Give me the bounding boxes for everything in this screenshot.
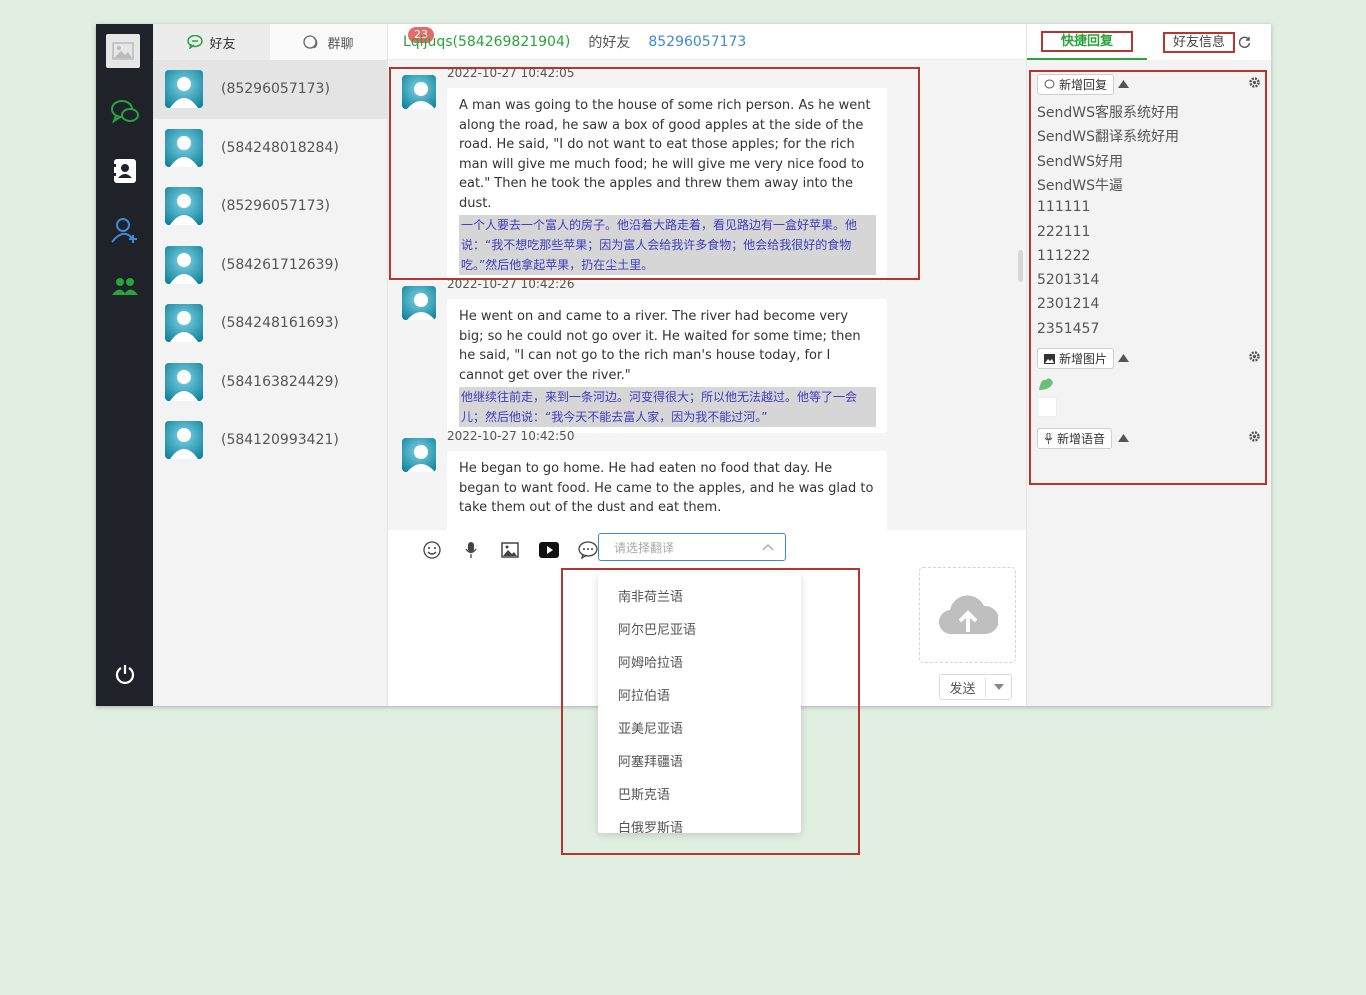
- contact-item[interactable]: (584261712639): [153, 236, 387, 295]
- nav-rail: [96, 24, 153, 706]
- groups-nav-icon[interactable]: [96, 268, 153, 304]
- message-bubble[interactable]: He went on and came to a river. The rive…: [447, 299, 887, 433]
- message-avatar: [402, 286, 436, 320]
- chat-bubble-icon: [187, 35, 204, 49]
- account-name: Lqijuqs(584269821904): [403, 33, 571, 50]
- contact-avatar: [165, 187, 203, 226]
- refresh-icon[interactable]: [1239, 36, 1251, 48]
- tab-friends-label: 好友: [209, 36, 236, 52]
- contact-name: (584261712639): [221, 256, 339, 273]
- contact-name: (584248018284): [221, 139, 339, 156]
- send-button[interactable]: 发送: [939, 674, 1012, 700]
- user-avatar[interactable]: [106, 34, 140, 68]
- tab-friends[interactable]: 好友: [153, 24, 270, 60]
- image-icon[interactable]: [490, 535, 529, 565]
- compose-toolbar: 请选择翻译: [388, 530, 1026, 570]
- contact-name: (584163824429): [221, 373, 339, 390]
- message-text: He began to go home. He had eaten no foo…: [459, 461, 874, 515]
- tab-groups[interactable]: 群聊 23: [270, 24, 434, 60]
- cloud-upload-icon: [938, 595, 998, 635]
- contact-avatar: [165, 128, 203, 167]
- annotation-frame-dropdown: [561, 568, 860, 855]
- contact-name: (584120993421): [221, 432, 339, 449]
- video-icon[interactable]: [529, 535, 568, 565]
- contact-item[interactable]: (85296057173): [153, 177, 387, 236]
- tab-friend-info-label: 好友信息: [1162, 31, 1235, 53]
- right-panel-tabs: 快捷回复 好友信息: [1027, 24, 1271, 60]
- contact-name: (85296057173): [221, 198, 330, 215]
- message-avatar: [402, 438, 436, 472]
- tab-quick-reply-label: 快捷回复: [1040, 30, 1133, 52]
- annotation-frame-message: [389, 67, 920, 280]
- contacts-nav-icon[interactable]: [96, 153, 153, 189]
- add-friend-nav-icon[interactable]: [96, 212, 153, 248]
- tab-friend-info[interactable]: 好友信息: [1147, 24, 1267, 60]
- annotation-frame-quick-replies: [1029, 70, 1267, 485]
- contact-avatar: [165, 70, 203, 109]
- upload-dropzone[interactable]: [919, 567, 1016, 663]
- contact-item[interactable]: (584163824429): [153, 353, 387, 412]
- contact-avatar: [165, 245, 203, 284]
- chat-header: Lqijuqs(584269821904) 的好友 85296057173: [388, 24, 1026, 60]
- contact-item[interactable]: (85296057173): [153, 60, 387, 119]
- tab-groups-label: 群聊: [327, 36, 354, 52]
- contact-avatar: [165, 362, 203, 401]
- emoji-icon[interactable]: [412, 535, 451, 565]
- message: 2022-10-27 10:42:26 He went on and came …: [402, 277, 887, 433]
- chevron-up-icon: [762, 544, 774, 551]
- group-chat-icon: [303, 35, 318, 49]
- microphone-icon[interactable]: [451, 535, 490, 565]
- contact-name: (584248161693): [221, 315, 339, 332]
- message-bubble[interactable]: He began to go home. He had eaten no foo…: [447, 451, 887, 530]
- message-text: He went on and came to a river. The rive…: [459, 309, 861, 383]
- contact-name: (85296057173): [221, 81, 330, 98]
- contact-tabs: 好友 群聊 23: [153, 24, 434, 60]
- friend-of-label: 的好友: [588, 34, 631, 51]
- chats-nav-icon[interactable]: [96, 94, 153, 130]
- contact-item[interactable]: (584248161693): [153, 294, 387, 353]
- message-time: 2022-10-27 10:42:50: [447, 429, 575, 443]
- translate-language-select[interactable]: 请选择翻译: [598, 533, 786, 561]
- contact-item[interactable]: (584248018284): [153, 119, 387, 178]
- send-options-icon[interactable]: [986, 684, 1011, 690]
- contact-avatar: [165, 421, 203, 460]
- translate-select-placeholder: 请选择翻译: [614, 540, 675, 555]
- tab-quick-reply[interactable]: 快捷回复: [1027, 24, 1147, 60]
- message: 2022-10-27 10:42:50 He began to go home.…: [402, 429, 887, 530]
- send-button-label: 发送: [940, 677, 986, 697]
- power-icon[interactable]: [96, 656, 153, 692]
- contact-list-panel: 好友 群聊 23 (85296057173) (584248018284) (852…: [153, 24, 434, 706]
- message-scrollbar[interactable]: [1018, 250, 1023, 282]
- image-placeholder-icon: [112, 42, 134, 60]
- message-translation: 他继续往前走，来到一条河边。河变得很大；所以他无法越过。他等了一会儿；然后他说：…: [459, 387, 876, 427]
- contact-item[interactable]: (584120993421): [153, 411, 387, 470]
- contact-avatar: [165, 304, 203, 343]
- friend-id[interactable]: 85296057173: [648, 34, 746, 50]
